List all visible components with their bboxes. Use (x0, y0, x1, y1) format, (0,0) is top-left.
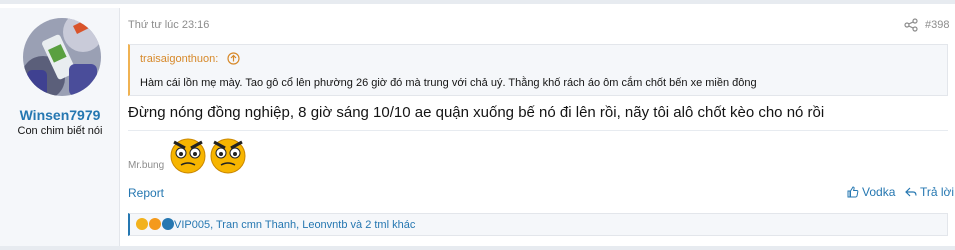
share-icon[interactable] (904, 18, 918, 32)
avatar-image (23, 18, 101, 96)
post-number[interactable]: #398 (925, 19, 949, 31)
like-reaction-icon (162, 218, 174, 230)
reactions-bar: VIP005, Tran cmn Thanh, Leonvntb và 2 tm… (128, 213, 948, 236)
username[interactable]: Winsen7979 (0, 107, 120, 123)
forum-post: Winsen7979 Con chim biết nói Thứ tư lúc … (0, 0, 955, 250)
avatar[interactable] (23, 18, 101, 96)
report-link[interactable]: Report (128, 186, 164, 200)
angry-smiley-icon (170, 138, 206, 174)
reply-icon (905, 187, 917, 197)
arrow-up-circle-icon[interactable] (227, 52, 240, 65)
laugh-reaction-icon (136, 218, 148, 230)
like-label: Vodka (862, 185, 896, 199)
wow-reaction-icon (149, 218, 161, 230)
quote-author[interactable]: traisaigonthuon: (140, 53, 218, 65)
reply-button[interactable]: Trả lời (905, 185, 954, 199)
quote-block: traisaigonthuon: Hàm cái lồn mẹ mày. Tao… (128, 44, 948, 96)
post-main: Thứ tư lúc 23:16 #398 traisaigonthuon: H… (120, 8, 955, 246)
angry-smiley-icon (210, 138, 246, 174)
reply-label: Trả lời (920, 185, 955, 199)
quote-text: Hàm cái lồn mẹ mày. Tao gô cổ lên phường… (140, 77, 757, 89)
user-cell: Winsen7979 Con chim biết nói (0, 8, 120, 246)
signature-divider (128, 130, 948, 131)
thumbs-up-icon (847, 186, 859, 198)
post-date[interactable]: Thứ tư lúc 23:16 (128, 19, 209, 31)
signature-label: Mr.bung (128, 160, 165, 171)
user-title: Con chim biết nói (17, 125, 103, 137)
reactions-list[interactable]: VIP005, Tran cmn Thanh, Leonvntb và 2 tm… (174, 219, 415, 231)
post-message: Đừng nóng đồng nghiệp, 8 giờ sáng 10/10 … (128, 104, 825, 121)
reaction-icons (136, 218, 175, 231)
like-button[interactable]: Vodka (847, 185, 895, 199)
